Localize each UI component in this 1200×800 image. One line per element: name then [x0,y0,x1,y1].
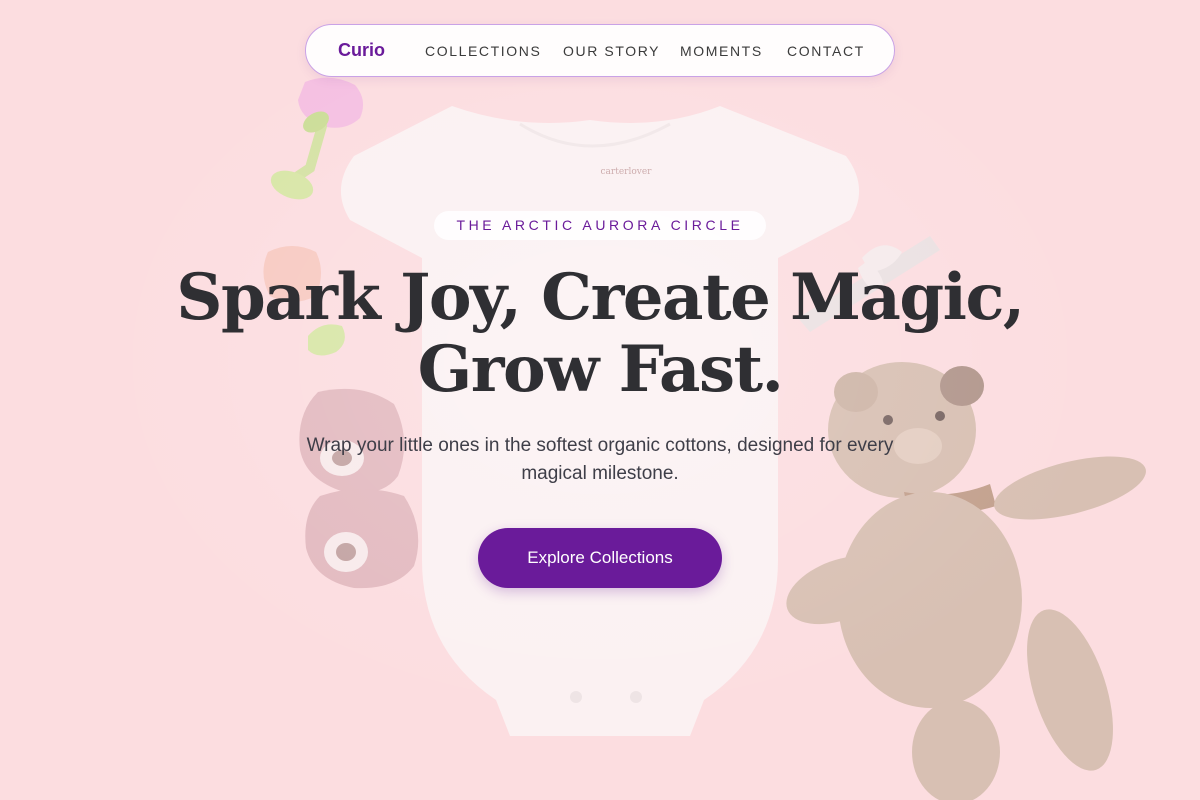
brand-logo[interactable]: Curio [338,40,385,61]
explore-collections-button[interactable]: Explore Collections [478,528,722,588]
hero-subtitle-line-1: Wrap your little ones in the softest org… [306,435,894,456]
nav-link-collections[interactable]: COLLECTIONS [425,43,541,59]
top-nav: Curio COLLECTIONS OUR STORY MOMENTS CONT… [305,24,895,77]
nav-link-moments[interactable]: MOMENTS [680,43,763,59]
hero-eyebrow-badge: THE ARCTIC AURORA CIRCLE [434,211,766,240]
nav-link-contact[interactable]: CONTACT [787,43,865,59]
hero-headline-line-1: Spark Joy, Create Magic, [176,260,1025,335]
nav-link-our-story[interactable]: OUR STORY [563,43,660,59]
hero-subtitle-line-2: magical milestone. [521,463,679,484]
hero-subtitle: Wrap your little ones in the softest org… [250,432,950,488]
hero-headline: Spark Joy, Create Magic, Grow Fast. [150,262,1050,406]
hero-headline-line-2: Grow Fast. [417,332,784,407]
